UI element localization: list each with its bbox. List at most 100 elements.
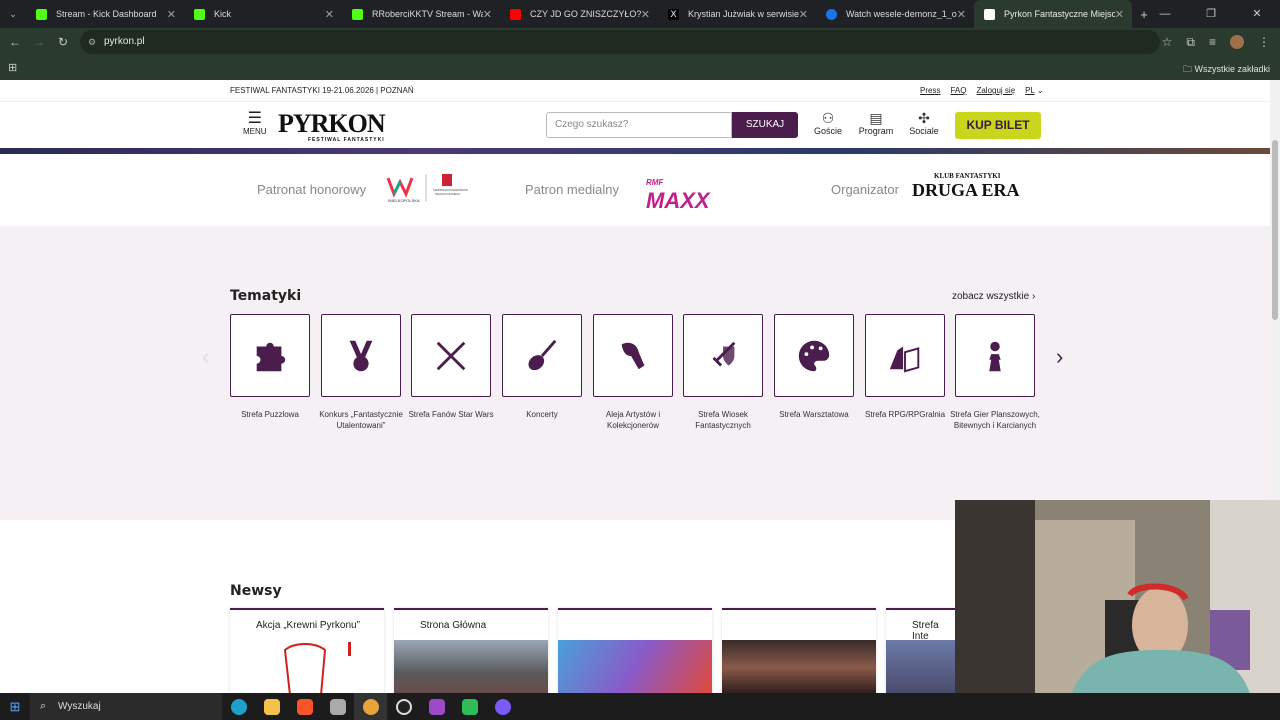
pyrkon-logo[interactable]: PYRKON FESTIWAL FANTASTYKI: [278, 109, 386, 143]
tab-youtube[interactable]: CZY JD GO ZNISZCZYŁO? ✕: [500, 0, 658, 28]
theme-tile-villages[interactable]: [683, 314, 763, 397]
tab-title: Stream - Kick Dashboard: [56, 9, 157, 19]
app-icon[interactable]: [321, 693, 354, 720]
tab-pyrkon[interactable]: Pyrkon Fantastyczne Miejsce Sp ✕: [974, 0, 1132, 28]
patrons-strip: Patronat honorowy WIELKOPOLSKA SAMORZĄD …: [0, 154, 1270, 226]
close-icon[interactable]: ✕: [167, 8, 176, 21]
tab-kick[interactable]: Kick ✕: [184, 0, 342, 28]
buy-ticket-button[interactable]: KUP BILET: [955, 112, 1041, 139]
site-icon: [826, 8, 837, 20]
news-card[interactable]: [722, 608, 876, 695]
media-icon[interactable]: ≡: [1209, 35, 1216, 49]
news-card[interactable]: Akcja „Krewni Pyrkonu”: [230, 608, 384, 695]
hamburger-icon: ☰: [247, 110, 262, 127]
theme-tile-concerts[interactable]: [502, 314, 582, 397]
language-select[interactable]: PL ⌄: [1025, 86, 1043, 95]
back-icon[interactable]: ←: [3, 35, 27, 49]
kick-icon: [36, 8, 47, 20]
theme-label[interactable]: Strefa Warsztatowa: [769, 410, 859, 421]
tab-watch[interactable]: Watch wesele-demonz_1_onlin ✕: [816, 0, 974, 28]
theme-label[interactable]: Strefa RPG/RPGralnia: [860, 410, 950, 421]
search-button[interactable]: SZUKAJ: [732, 112, 798, 138]
news-card[interactable]: Strefa Inte: [886, 608, 956, 695]
restore-icon[interactable]: ❐: [1188, 0, 1234, 28]
app-icon[interactable]: [453, 693, 486, 720]
chrome-icon[interactable]: [354, 693, 387, 720]
extensions-icon[interactable]: ⧉: [1186, 35, 1195, 50]
theme-label[interactable]: Aleja Artystów i Kolekcjonerów: [588, 410, 678, 431]
close-icon[interactable]: ✕: [641, 8, 650, 21]
news-card[interactable]: [558, 608, 712, 695]
theme-tile-puzzle[interactable]: [230, 314, 310, 397]
theme-tile-workshop[interactable]: [774, 314, 854, 397]
wielkopolska-text: WIELKOPOLSKA: [388, 198, 420, 203]
news-card[interactable]: Strona Główna: [394, 608, 548, 695]
brush-icon: [621, 342, 645, 369]
forward-icon[interactable]: →: [27, 35, 51, 49]
dice-icon: [889, 346, 920, 372]
edge-icon[interactable]: [222, 693, 255, 720]
theme-label[interactable]: Strefa Wiosek Fantastycznych: [678, 410, 768, 431]
login-link[interactable]: Zaloguj się: [976, 86, 1015, 95]
news-image: [886, 640, 956, 695]
socials-link[interactable]: ✣ Sociale: [904, 110, 944, 136]
maxx-text: MAXX: [646, 188, 710, 213]
reload-icon[interactable]: ↻: [51, 35, 75, 49]
tab-x[interactable]: X Krystian Jużwiak w serwisie X ✕: [658, 0, 816, 28]
close-window-icon[interactable]: ✕: [1234, 0, 1280, 28]
profile-avatar[interactable]: [1230, 35, 1244, 49]
press-link[interactable]: Press: [920, 86, 940, 95]
wielkopolska-logo[interactable]: WIELKOPOLSKA SAMORZĄD WOJEWÓDZTWA WIELKO…: [386, 172, 468, 206]
close-icon[interactable]: ✕: [1115, 8, 1124, 21]
tab-search-icon[interactable]: ⌄: [0, 9, 26, 20]
theme-label[interactable]: Konkurs „Fantastycznie Utalentowani”: [316, 410, 406, 431]
close-icon[interactable]: ✕: [483, 8, 492, 21]
carousel-prev-arrow[interactable]: ‹: [202, 344, 209, 370]
site-info-icon[interactable]: ⚙: [88, 30, 96, 54]
tab-title: Krystian Jużwiak w serwisie X: [688, 9, 799, 19]
obs-icon[interactable]: [387, 693, 420, 720]
theme-tile-artists[interactable]: [593, 314, 673, 397]
app-icon[interactable]: [420, 693, 453, 720]
rmf-maxx-logo[interactable]: RMF MAXX: [646, 174, 710, 213]
see-all-link[interactable]: zobacz wszystkie ›: [952, 291, 1035, 302]
theme-tile-talent[interactable]: [321, 314, 401, 397]
apps-icon[interactable]: ⊞: [8, 61, 17, 74]
tab-rroberci[interactable]: RRoberciKKTV Stream - Watch ✕: [342, 0, 500, 28]
theme-label[interactable]: Strefa Gier Planszowych, Bitewnych i Kar…: [950, 410, 1040, 431]
theme-label[interactable]: Koncerty: [497, 410, 587, 421]
theme-label[interactable]: Strefa Fanów Star Wars: [406, 410, 496, 421]
guests-link[interactable]: ⚇ Goście: [808, 110, 848, 136]
theme-label[interactable]: Strefa Puzzlowa: [225, 410, 315, 421]
search-input[interactable]: Czego szukasz?: [546, 112, 732, 138]
bookmark-star-icon[interactable]: ☆: [1162, 35, 1173, 49]
news-title: Newsy: [230, 583, 282, 599]
theme-tile-rpg[interactable]: [865, 314, 945, 397]
toolbar-right: ☆ ⧉ ≡ ⋮: [1162, 28, 1270, 56]
url-field[interactable]: ⚙ pyrkon.pl: [80, 30, 1160, 54]
kick-icon: [194, 8, 205, 20]
media-label: Patron medialny: [525, 182, 619, 197]
faq-link[interactable]: FAQ: [950, 86, 966, 95]
menu-button[interactable]: ☰ MENU: [243, 110, 267, 137]
theme-tile-boardgames[interactable]: [955, 314, 1035, 397]
carousel-next-arrow[interactable]: ›: [1056, 344, 1063, 370]
close-icon[interactable]: ✕: [957, 8, 966, 21]
brave-icon[interactable]: [288, 693, 321, 720]
close-icon[interactable]: ✕: [325, 8, 334, 21]
file-explorer-icon[interactable]: [255, 693, 288, 720]
top-links: Press FAQ Zaloguj się PL ⌄: [920, 86, 1044, 95]
scrollbar-thumb[interactable]: [1272, 140, 1278, 320]
svg-text:WIELKOPOLSKIEGO: WIELKOPOLSKIEGO: [435, 192, 460, 196]
more-icon[interactable]: ⋮: [1258, 35, 1270, 49]
program-link[interactable]: ▤ Program: [856, 110, 896, 136]
windows-start-icon[interactable]: ⊞: [0, 699, 30, 715]
discord-icon[interactable]: [486, 693, 519, 720]
minimize-icon[interactable]: —: [1142, 0, 1188, 28]
close-icon[interactable]: ✕: [799, 8, 808, 21]
tab-kick-dashboard[interactable]: Stream - Kick Dashboard ✕: [26, 0, 184, 28]
theme-tile-starwars[interactable]: [411, 314, 491, 397]
druga-era-logo[interactable]: KLUB FANTASTYKI DRUGA ERA: [912, 172, 1020, 201]
taskbar-search[interactable]: ⌕ Wyszukaj: [30, 693, 222, 720]
all-bookmarks[interactable]: 🗀 Wszystkie zakładki: [1183, 62, 1270, 78]
